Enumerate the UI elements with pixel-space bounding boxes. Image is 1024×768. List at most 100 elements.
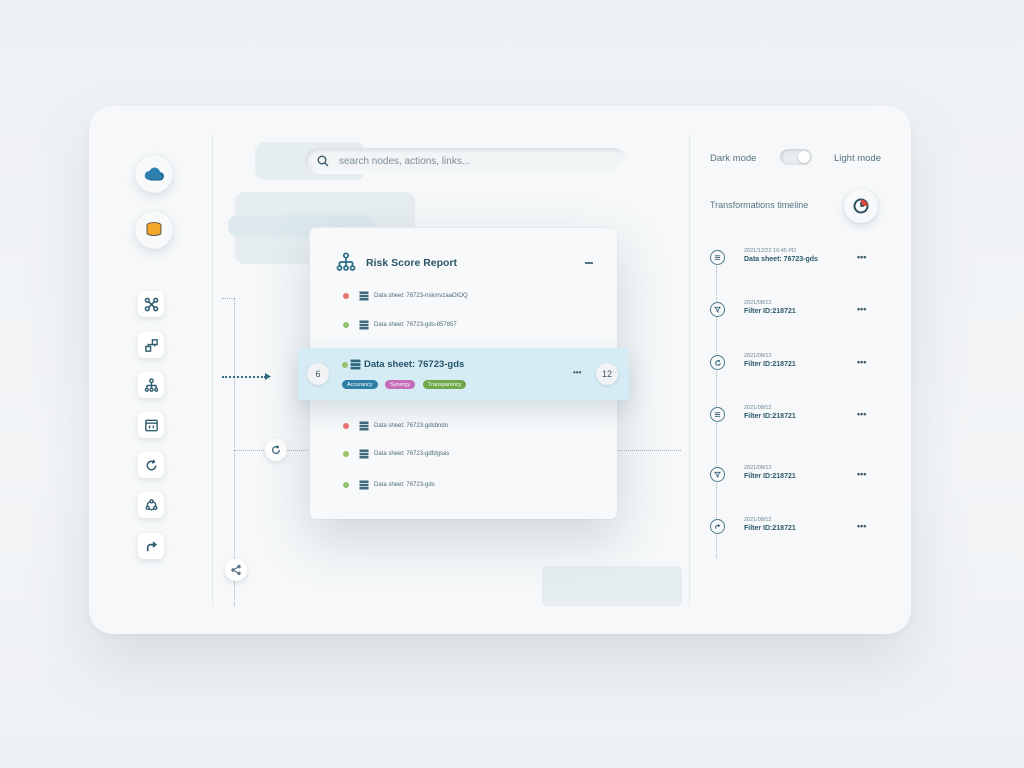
search-icon bbox=[317, 155, 329, 167]
timeline-label: Filter ID:218721 bbox=[744, 473, 796, 480]
theme-toggle[interactable] bbox=[780, 149, 812, 165]
window-icon bbox=[144, 419, 158, 431]
database-button[interactable] bbox=[135, 211, 173, 249]
timeline-item[interactable]: 2021/08/12 Filter ID:218721 ••• bbox=[710, 405, 870, 429]
arrow-head-icon bbox=[265, 373, 271, 380]
redo-icon bbox=[715, 524, 721, 529]
right-divider bbox=[689, 134, 690, 606]
transform-tool-button[interactable] bbox=[138, 412, 164, 438]
tag-accurancy[interactable]: Accurancy bbox=[342, 380, 378, 389]
filter-icon bbox=[714, 306, 721, 313]
hierarchy-icon bbox=[144, 377, 158, 392]
tag-transparency[interactable]: Transparency bbox=[423, 380, 467, 389]
timeline-item[interactable]: 2021/08/12 Filter ID:218721 ••• bbox=[710, 300, 870, 324]
timeline-item[interactable]: 2021/08/12 Filter ID:218721 ••• bbox=[710, 517, 870, 541]
timeline-item-icon bbox=[710, 407, 725, 422]
timeline-date: 2021/12/22 16:45 PD bbox=[744, 248, 796, 254]
hierarchy-icon bbox=[336, 252, 356, 271]
workflow-icon bbox=[144, 338, 158, 352]
timeline-label: Filter ID:218721 bbox=[744, 525, 796, 532]
nodes-tool-button[interactable] bbox=[138, 291, 164, 317]
toggle-knob bbox=[798, 151, 810, 163]
status-dot bbox=[342, 362, 348, 368]
status-dot bbox=[343, 293, 349, 299]
list-item[interactable]: Data sheet: 76723-gdsbndn bbox=[343, 420, 448, 432]
more-options-button[interactable]: ••• bbox=[857, 357, 866, 367]
timeline-label: Data sheet: 76723-gds bbox=[744, 256, 818, 263]
datasheet-icon bbox=[350, 359, 361, 370]
placeholder-block bbox=[542, 566, 682, 606]
right-count-badge[interactable]: 12 bbox=[596, 363, 618, 385]
tag-synergy[interactable]: Synergy bbox=[385, 380, 416, 389]
status-dot bbox=[343, 423, 349, 429]
left-divider bbox=[212, 134, 213, 606]
timeline-title: Transformations timeline bbox=[710, 200, 809, 210]
timeline-date: 2021/08/12 bbox=[744, 300, 772, 306]
timeline-date: 2021/08/12 bbox=[744, 465, 772, 471]
timeline-item[interactable]: 2021/08/12 Filter ID:218721 ••• bbox=[710, 353, 870, 377]
datasheet-icon bbox=[359, 291, 369, 301]
refresh-icon bbox=[714, 359, 721, 366]
list-icon bbox=[714, 412, 721, 417]
connector-line bbox=[222, 298, 234, 299]
report-title: Risk Score Report bbox=[366, 257, 458, 269]
more-options-button[interactable]: ••• bbox=[857, 521, 866, 531]
status-dot bbox=[343, 322, 349, 328]
left-count-badge[interactable]: 6 bbox=[307, 363, 329, 385]
selected-datasheet-label: Data sheet: 76723-gds bbox=[364, 359, 465, 370]
list-item[interactable]: Data sheet: 76723-gdfdgsas bbox=[343, 448, 449, 460]
datasheet-icon bbox=[359, 480, 369, 490]
list-item[interactable]: Data sheet: 76723-gds bbox=[343, 479, 435, 491]
redo-tool-button[interactable] bbox=[138, 533, 164, 559]
filter-icon bbox=[714, 471, 721, 478]
status-dot bbox=[343, 451, 349, 457]
list-item[interactable]: Data sheet: 76723-gds-857857 bbox=[343, 319, 457, 331]
selected-datasheet-row[interactable]: 6 Data sheet: 76723-gds Accurancy Synerg… bbox=[298, 348, 629, 400]
connector-line bbox=[617, 450, 681, 451]
timeline-item-icon bbox=[710, 467, 725, 482]
flow-tool-button[interactable] bbox=[138, 332, 164, 358]
timeline-item-icon bbox=[710, 519, 725, 534]
share-icon bbox=[231, 564, 241, 576]
cluster-tool-button[interactable] bbox=[138, 492, 164, 518]
redo-icon bbox=[146, 541, 157, 551]
timeline-date: 2021/08/12 bbox=[744, 353, 772, 359]
datasheet-label: Data sheet: 76723-gdsbndn bbox=[374, 423, 449, 429]
timeline-date: 2021/08/12 bbox=[744, 405, 772, 411]
datasheet-icon bbox=[359, 421, 369, 431]
datasheet-label: Data sheet: 76723-nskmvzaaOIOQ bbox=[374, 293, 468, 299]
refresh-node[interactable] bbox=[265, 439, 287, 461]
timeline-item-icon bbox=[710, 250, 725, 265]
refresh-icon bbox=[146, 459, 156, 470]
more-options-button[interactable]: ••• bbox=[573, 369, 581, 377]
search-input[interactable] bbox=[339, 155, 599, 167]
timeline-date: 2021/08/12 bbox=[744, 517, 772, 523]
collapse-button[interactable] bbox=[585, 262, 593, 264]
cloud-icon bbox=[144, 167, 164, 181]
list-item[interactable]: Data sheet: 76723-nskmvzaaOIOQ bbox=[343, 290, 468, 302]
list-icon bbox=[714, 255, 721, 260]
cluster-icon bbox=[145, 498, 157, 510]
datasheet-label: Data sheet: 76723-gds bbox=[374, 482, 435, 488]
timeline-item[interactable]: 2021/08/12 Filter ID:218721 ••• bbox=[710, 465, 870, 489]
more-options-button[interactable]: ••• bbox=[857, 469, 866, 479]
timeline-item[interactable]: 2021/12/22 16:45 PD Data sheet: 76723-gd… bbox=[710, 248, 870, 272]
more-options-button[interactable]: ••• bbox=[857, 409, 866, 419]
share-node[interactable] bbox=[225, 559, 247, 581]
dark-mode-label: Dark mode bbox=[710, 153, 757, 164]
timeline-label: Filter ID:218721 bbox=[744, 361, 796, 368]
database-icon bbox=[146, 222, 162, 236]
refresh-tool-button[interactable] bbox=[138, 452, 164, 478]
cloud-button[interactable] bbox=[135, 155, 173, 193]
hierarchy-tool-button[interactable] bbox=[138, 372, 164, 398]
timeline-history-button[interactable] bbox=[844, 189, 878, 223]
connector-arrow bbox=[222, 376, 266, 378]
app-window: Risk Score Report Data sheet: 76723-nskm… bbox=[89, 106, 911, 634]
search-bar[interactable] bbox=[305, 148, 627, 174]
refresh-icon bbox=[272, 445, 280, 454]
timeline-item-icon bbox=[710, 355, 725, 370]
status-dot bbox=[343, 482, 349, 488]
more-options-button[interactable]: ••• bbox=[857, 304, 866, 314]
light-mode-label: Light mode bbox=[834, 153, 882, 164]
more-options-button[interactable]: ••• bbox=[857, 252, 866, 262]
